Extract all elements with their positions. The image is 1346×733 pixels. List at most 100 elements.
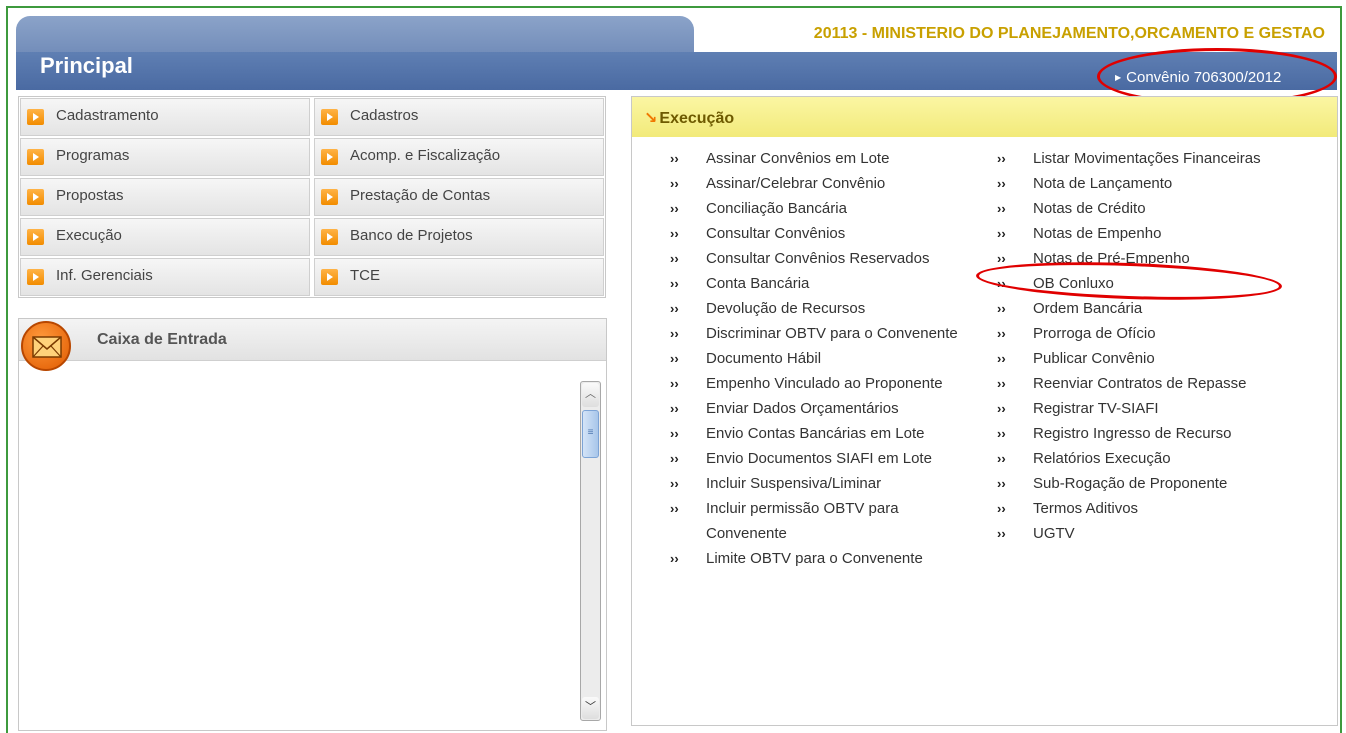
chevron-down-icon[interactable]: ﹀ [582, 697, 599, 719]
menu-programas[interactable]: Programas [20, 138, 310, 176]
execucao-link-label: UGTV [1033, 525, 1075, 542]
execucao-link[interactable]: ›› Limite OBTV para o Convenente [670, 547, 960, 572]
execucao-link[interactable]: ›› Nota de Lançamento [997, 172, 1297, 197]
scroll-thumb[interactable]: ≡ [582, 410, 599, 458]
double-chevron-right-icon: ›› [670, 501, 679, 516]
arrow-bullet-icon [321, 149, 338, 165]
execucao-link-label: Assinar Convênios em Lote [706, 150, 890, 167]
double-chevron-right-icon: ›› [670, 476, 679, 491]
double-chevron-right-icon: ›› [670, 401, 679, 416]
execucao-link[interactable]: ›› Listar Movimentações Financeiras [997, 147, 1297, 172]
execucao-link[interactable]: ›› Consultar Convênios [670, 222, 960, 247]
execucao-link-label: Assinar/Celebrar Convênio [706, 175, 886, 192]
arrow-bullet-icon [321, 109, 338, 125]
menu-label: Propostas [56, 187, 124, 204]
execucao-link[interactable]: ›› Registro Ingresso de Recurso [997, 422, 1297, 447]
menu-propostas[interactable]: Propostas [20, 178, 310, 216]
scroll-up-icon[interactable]: ︿ [582, 383, 599, 407]
arrow-bullet-icon [27, 149, 44, 165]
execucao-link-label: Conciliação Bancária [706, 200, 847, 217]
double-chevron-right-icon: ›› [997, 226, 1006, 241]
menu-cadastramento[interactable]: Cadastramento [20, 98, 310, 136]
double-chevron-right-icon: ›› [670, 176, 679, 191]
execucao-link[interactable]: ›› Incluir permissão OBTV para Convenente [670, 497, 960, 546]
arrow-bullet-icon [321, 269, 338, 285]
execucao-link[interactable]: ›› Conta Bancária [670, 272, 960, 297]
execucao-link[interactable]: ›› Publicar Convênio [997, 347, 1297, 372]
double-chevron-right-icon: ›› [670, 351, 679, 366]
menu-inf-gerenciais[interactable]: Inf. Gerenciais [20, 258, 310, 296]
menu-label: Inf. Gerenciais [56, 267, 153, 284]
menu-label: Acomp. e Fiscalização [350, 147, 501, 164]
execucao-link-label: Termos Aditivos [1033, 500, 1139, 517]
inbox-scrollbar[interactable]: ︿ ≡ ﹀ [580, 381, 601, 721]
menu-label: Execução [56, 227, 122, 244]
arrow-down-right-icon: ↘ [644, 110, 658, 127]
execucao-link[interactable]: ›› Sub-Rogação de Proponente [997, 472, 1297, 497]
double-chevron-right-icon: ›› [997, 376, 1006, 391]
execucao-link[interactable]: ›› Consultar Convênios Reservados [670, 247, 960, 272]
double-chevron-right-icon: ›› [670, 550, 679, 566]
double-chevron-right-icon: ›› [670, 376, 679, 391]
execucao-link-label: Envio Documentos SIAFI em Lote [706, 450, 932, 467]
execucao-link[interactable]: ›› Devolução de Recursos [670, 297, 960, 322]
arrow-bullet-icon [321, 189, 338, 205]
execucao-link[interactable]: ›› UGTV [997, 522, 1297, 547]
menu-label: Cadastros [350, 107, 419, 124]
execucao-link[interactable]: ›› Ordem Bancária [997, 297, 1297, 322]
menu-cadastros[interactable]: Cadastros [314, 98, 604, 136]
arrow-bullet-icon [27, 229, 44, 245]
execucao-link[interactable]: ›› Conciliação Bancária [670, 197, 960, 222]
menu-tce[interactable]: TCE [314, 258, 604, 296]
menu-label: Banco de Projetos [350, 227, 473, 244]
execucao-link[interactable]: ›› Assinar Convênios em Lote [670, 147, 960, 172]
double-chevron-right-icon: ›› [997, 201, 1006, 216]
arrow-bullet-icon [27, 189, 44, 205]
execucao-link[interactable]: ›› Prorroga de Ofício [997, 322, 1297, 347]
execucao-link[interactable]: ›› Documento Hábil [670, 347, 960, 372]
execucao-link-label: Documento Hábil [706, 350, 822, 367]
menu-acomp-fiscalizacao[interactable]: Acomp. e Fiscalização [314, 138, 604, 176]
inbox-header: Caixa de Entrada [19, 319, 606, 361]
execucao-link[interactable]: ›› Termos Aditivos [997, 497, 1297, 522]
double-chevron-right-icon: ›› [670, 326, 679, 341]
menu-execucao[interactable]: Execução [20, 218, 310, 256]
double-chevron-right-icon: ›› [997, 351, 1006, 366]
execucao-link-label: Discriminar OBTV para o Convenente [706, 325, 958, 342]
execucao-link-label: Sub-Rogação de Proponente [1033, 475, 1228, 492]
menu-prestacao-contas[interactable]: Prestação de Contas [314, 178, 604, 216]
execucao-link-label: Envio Contas Bancárias em Lote [706, 425, 925, 442]
page-title: Principal [40, 53, 133, 78]
execucao-link[interactable]: ›› Reenviar Contratos de Repasse [997, 372, 1297, 397]
execucao-link-label: Empenho Vinculado ao Proponente [706, 375, 943, 392]
menu-banco-projetos[interactable]: Banco de Projetos [314, 218, 604, 256]
execucao-link-label: Nota de Lançamento [1033, 175, 1173, 192]
execucao-links-col1: ›› Assinar Convênios em Lote ›› Assinar/Cel… [670, 147, 960, 572]
execucao-link-label: Limite OBTV para o Convenente [706, 549, 923, 567]
execucao-link[interactable]: ›› Relatórios Execução [997, 447, 1297, 472]
execucao-link-label: Relatórios Execução [1033, 450, 1171, 467]
execucao-header: ↘ Execução [632, 97, 1337, 137]
double-chevron-right-icon: ›› [997, 526, 1006, 541]
execucao-link[interactable]: ›› Empenho Vinculado ao Proponente [670, 372, 960, 397]
execucao-link[interactable]: ›› Assinar/Celebrar Convênio [670, 172, 960, 197]
execucao-link[interactable]: ›› Notas de Empenho [997, 222, 1297, 247]
double-chevron-right-icon: ›› [997, 501, 1006, 516]
menu-label: Prestação de Contas [350, 187, 491, 204]
execucao-link[interactable]: ›› Registrar TV-SIAFI [997, 397, 1297, 422]
double-chevron-right-icon: ›› [997, 401, 1006, 416]
double-chevron-right-icon: ›› [997, 326, 1006, 341]
execucao-link[interactable]: ›› Enviar Dados Orçamentários [670, 397, 960, 422]
execucao-link-label: Publicar Convênio [1033, 350, 1155, 367]
execucao-title-label: Execução [659, 110, 735, 127]
execucao-link-label: Incluir Suspensiva/Liminar [706, 475, 882, 492]
organization-title: 20113 - MINISTERIO DO PLANEJAMENTO,ORCAM… [813, 25, 1325, 42]
execucao-title: ↘ Execução [644, 108, 734, 128]
execucao-link[interactable]: ›› Envio Documentos SIAFI em Lote [670, 447, 960, 472]
execucao-link[interactable]: ›› Notas de Crédito [997, 197, 1297, 222]
double-chevron-right-icon: ›› [670, 226, 679, 241]
execucao-link[interactable]: ›› Incluir Suspensiva/Liminar [670, 472, 960, 497]
double-chevron-right-icon: ›› [997, 426, 1006, 441]
execucao-link[interactable]: ›› Envio Contas Bancárias em Lote [670, 422, 960, 447]
execucao-link[interactable]: ›› Discriminar OBTV para o Convenente [670, 322, 960, 347]
